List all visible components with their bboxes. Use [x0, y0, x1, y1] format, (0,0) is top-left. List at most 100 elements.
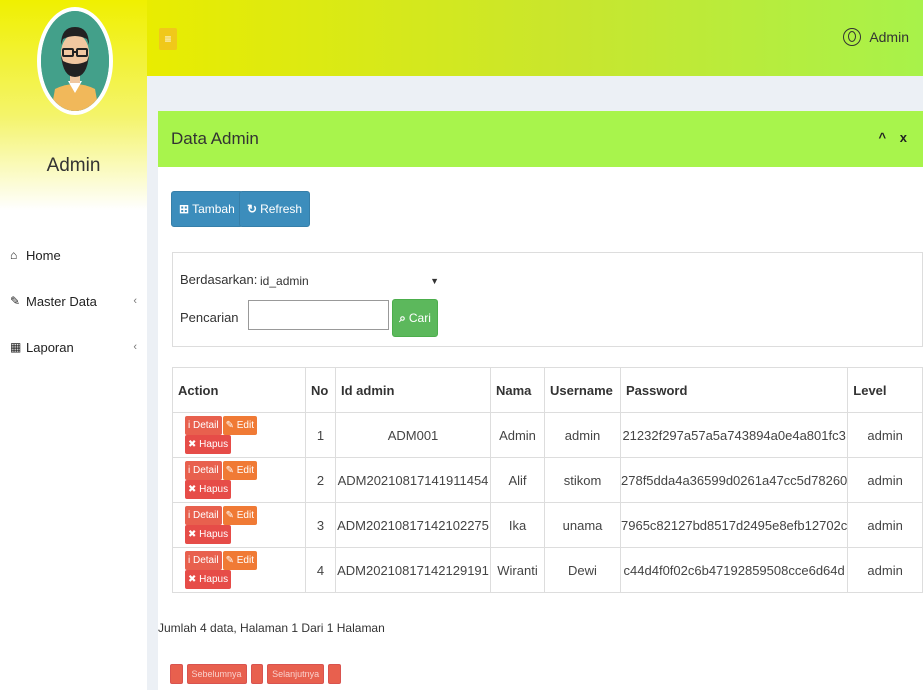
data-admin-panel: Data Admin ^ x ⊞ Tambah ↻ Refresh Berdas…: [158, 111, 923, 690]
edit-button[interactable]: ✎ Edit: [222, 506, 257, 525]
table-row: i Detail ✎ Edit✖ Hapus 1 ADM001 Admin adm…: [172, 412, 923, 458]
sidebar-user-panel: Admin: [0, 0, 147, 210]
plus-icon: ⊞: [179, 202, 190, 216]
search-input[interactable]: [248, 300, 389, 330]
add-button[interactable]: ⊞ Tambah: [171, 191, 243, 227]
cell-nama: Admin: [490, 412, 545, 458]
close-icon[interactable]: x: [900, 130, 907, 145]
home-icon: ⌂: [10, 248, 18, 262]
edit-button[interactable]: ✎ Edit: [222, 416, 257, 435]
chevron-down-icon: ▼: [430, 276, 439, 286]
detail-button[interactable]: i Detail: [185, 551, 222, 570]
cell-level: admin: [847, 412, 923, 458]
sidebar-nav: ⌂ Home ✎ Master Data ‹ ▦ Laporan ‹: [0, 232, 147, 370]
user-icon: [843, 28, 862, 46]
column-header-no: No: [305, 367, 336, 413]
delete-button[interactable]: ✖ Hapus: [185, 570, 232, 589]
cell-no: 4: [305, 547, 336, 593]
pagination-summary: Jumlah 4 data, Halaman 1 Dari 1 Halaman: [158, 621, 385, 635]
column-header-username: Username: [544, 367, 621, 413]
action-cell: i Detail ✎ Edit✖ Hapus: [172, 502, 306, 548]
filter-select-value: id_admin: [260, 274, 309, 288]
filter-label: Berdasarkan:: [180, 272, 258, 287]
cell-level: admin: [847, 547, 923, 593]
top-navbar: ≡ Admin: [147, 0, 923, 76]
avatar: [37, 7, 113, 115]
action-cell: i Detail ✎ Edit✖ Hapus: [172, 457, 306, 503]
panel-header: Data Admin ^ x: [158, 111, 923, 167]
sidebar-item-home[interactable]: ⌂ Home: [0, 232, 147, 278]
table-row: i Detail ✎ Edit✖ Hapus 2 ADM2021081714191…: [172, 457, 923, 503]
user-menu-label: Admin: [869, 29, 909, 45]
table-header-row: Action No Id admin Nama Username Passwor…: [172, 367, 923, 413]
add-button-label: Tambah: [192, 202, 235, 216]
cell-username: unama: [544, 502, 621, 548]
search-panel: Berdasarkan: id_admin ▼ Pencarian ⌕ Cari: [172, 252, 923, 347]
edit-button[interactable]: ✎ Edit: [222, 551, 257, 570]
cell-level: admin: [847, 457, 923, 503]
user-menu[interactable]: Admin: [843, 28, 909, 46]
detail-button[interactable]: i Detail: [185, 416, 222, 435]
delete-button[interactable]: ✖ Hapus: [185, 435, 232, 454]
column-header-nama: Nama: [490, 367, 545, 413]
menu-toggle-button[interactable]: ≡: [159, 28, 177, 50]
cell-password: 21232f297a57a5a743894a0e4a801fc3: [619, 412, 849, 458]
sidebar: Admin ⌂ Home ✎ Master Data ‹ ▦ Laporan ‹: [0, 0, 147, 690]
column-header-id-admin: Id admin: [335, 367, 491, 413]
pagination-last[interactable]: [328, 664, 341, 684]
pagination-first[interactable]: [170, 664, 183, 684]
search-button[interactable]: ⌕ Cari: [392, 299, 438, 337]
chevron-left-icon: ‹: [133, 341, 137, 353]
search-icon: ⌕: [399, 310, 406, 325]
pagination-next-button[interactable]: Selanjutnya: [267, 664, 325, 684]
sidebar-item-laporan[interactable]: ▦ Laporan ‹: [0, 324, 147, 370]
column-header-password: Password: [619, 367, 849, 413]
table-row: i Detail ✎ Edit✖ Hapus 4 ADM2021081714212…: [172, 547, 923, 593]
edit-button[interactable]: ✎ Edit: [222, 461, 257, 480]
calendar-icon: ▦: [10, 340, 22, 354]
collapse-icon[interactable]: ^: [879, 130, 887, 145]
search-label: Pencarian: [180, 310, 239, 325]
cell-nama: Alif: [490, 457, 545, 503]
detail-button[interactable]: i Detail: [185, 506, 222, 525]
sidebar-username: Admin: [46, 155, 101, 176]
delete-button[interactable]: ✖ Hapus: [185, 480, 232, 499]
panel-title: Data Admin: [171, 129, 259, 148]
filter-select[interactable]: id_admin ▼: [258, 269, 439, 293]
refresh-button-label: Refresh: [260, 202, 303, 216]
cell-nama: Ika: [490, 502, 545, 548]
pagination-page[interactable]: [250, 664, 264, 684]
cell-id-admin: ADM20210817142102275: [335, 502, 491, 548]
sidebar-item-label: Laporan: [26, 339, 74, 355]
action-cell: i Detail ✎ Edit✖ Hapus: [172, 547, 306, 593]
cell-password: 278f5dda4a36599d0261a47cc5d78260: [619, 457, 849, 503]
pagination: Sebelumnya Selanjutnya: [170, 664, 345, 684]
cell-username: Dewi: [544, 547, 621, 593]
cell-id-admin: ADM001: [335, 412, 491, 458]
cell-username: admin: [544, 412, 621, 458]
pagination-prev-button[interactable]: Sebelumnya: [186, 664, 247, 684]
refresh-icon: ↻: [247, 202, 258, 216]
edit-icon: ✎: [10, 294, 21, 308]
cell-no: 2: [305, 457, 336, 503]
cell-level: admin: [847, 502, 923, 548]
column-header-action: Action: [172, 367, 306, 413]
table-row: i Detail ✎ Edit✖ Hapus 3 ADM2021081714210…: [172, 502, 923, 548]
refresh-button[interactable]: ↻ Refresh: [239, 191, 311, 227]
sidebar-item-master-data[interactable]: ✎ Master Data ‹: [0, 278, 147, 324]
sidebar-item-label: Home: [26, 247, 61, 263]
cell-nama: Wiranti: [490, 547, 545, 593]
cell-username: stikom: [544, 457, 621, 503]
delete-button[interactable]: ✖ Hapus: [185, 525, 232, 544]
admin-table: Action No Id admin Nama Username Passwor…: [172, 367, 923, 593]
cell-id-admin: ADM20210817141911454: [335, 457, 491, 503]
sidebar-item-label: Master Data: [26, 293, 97, 309]
search-button-label: Cari: [408, 311, 431, 325]
cell-id-admin: ADM20210817142129191: [335, 547, 491, 593]
cell-password: c44d4f0f02c6b47192859508cce6d64d: [619, 547, 849, 593]
chevron-left-icon: ‹: [133, 295, 137, 307]
action-cell: i Detail ✎ Edit✖ Hapus: [172, 412, 306, 458]
detail-button[interactable]: i Detail: [185, 461, 222, 480]
cell-no: 1: [305, 412, 336, 458]
column-header-level: Level: [847, 367, 923, 413]
